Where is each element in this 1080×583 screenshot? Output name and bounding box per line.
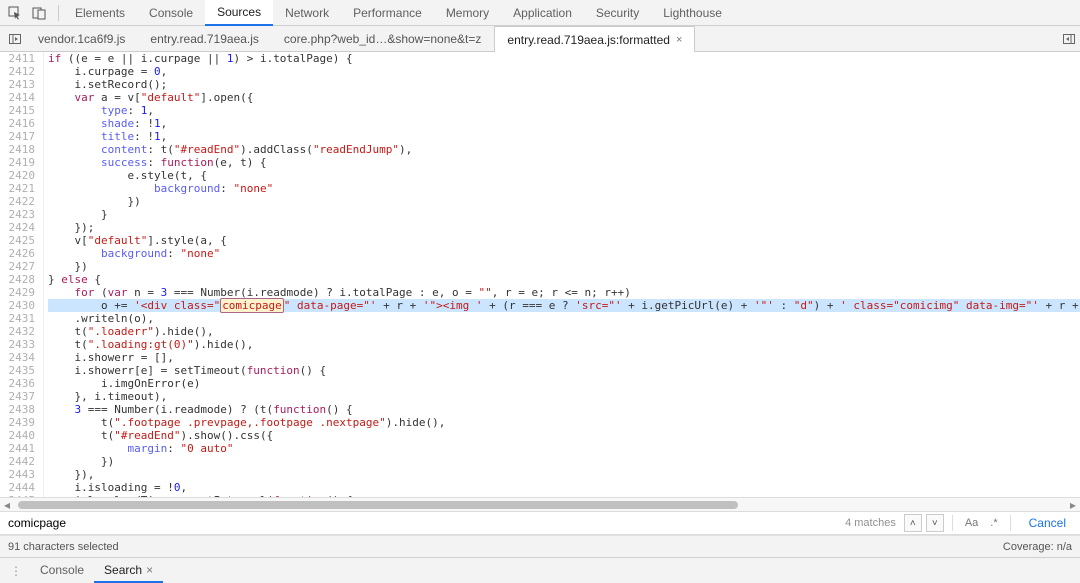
code-line[interactable]: for (var n = 3 === Number(i.readmode) ? … xyxy=(48,286,1080,299)
scroll-left-icon[interactable]: ◂ xyxy=(0,498,14,512)
code-line[interactable]: }), xyxy=(48,468,1080,481)
code-line[interactable]: } else { xyxy=(48,273,1080,286)
panel-tabs: ElementsConsoleSourcesNetworkPerformance… xyxy=(63,0,734,26)
code-line[interactable]: }) xyxy=(48,195,1080,208)
divider xyxy=(952,515,953,531)
search-input[interactable] xyxy=(4,514,841,532)
next-match-button[interactable]: ˅ xyxy=(926,514,944,532)
devtools-toolbar: ElementsConsoleSourcesNetworkPerformance… xyxy=(0,0,1080,26)
code-line[interactable]: e.style(t, { xyxy=(48,169,1080,182)
match-count: 4 matches xyxy=(845,517,896,529)
divider xyxy=(1010,515,1011,531)
code-line[interactable]: t(".footpage .prevpage,.footpage .nextpa… xyxy=(48,416,1080,429)
code-line[interactable]: i.isloading = !0, xyxy=(48,481,1080,494)
code-line[interactable]: i.curpage = 0, xyxy=(48,65,1080,78)
code-line[interactable]: t("#readEnd").show().css({ xyxy=(48,429,1080,442)
tab-security[interactable]: Security xyxy=(584,0,651,26)
code-line[interactable]: i.showerr = [], xyxy=(48,351,1080,364)
tab-elements[interactable]: Elements xyxy=(63,0,137,26)
code-line[interactable]: t(".loading:gt(0)").hide(), xyxy=(48,338,1080,351)
file-tab[interactable]: core.php?web_id…&show=none&t=z xyxy=(272,26,494,51)
file-tab[interactable]: vendor.1ca6f9.js xyxy=(26,26,138,51)
find-bar: 4 matches ˄ ˅ Aa .* Cancel xyxy=(0,511,1080,535)
code-editor[interactable]: 2411241224132414241524162417241824192420… xyxy=(0,52,1080,497)
prev-match-button[interactable]: ˄ xyxy=(904,514,922,532)
code-line[interactable]: i.setRecord(); xyxy=(48,78,1080,91)
code-content[interactable]: if ((e = e || i.curpage || 1) > i.totalP… xyxy=(44,52,1080,497)
device-toggle-icon[interactable] xyxy=(30,4,48,22)
code-line[interactable]: }, i.timeout), xyxy=(48,390,1080,403)
code-line[interactable]: }) xyxy=(48,455,1080,468)
file-tab-label: core.php?web_id…&show=none&t=z xyxy=(284,32,481,46)
code-line[interactable]: success: function(e, t) { xyxy=(48,156,1080,169)
code-line[interactable]: }) xyxy=(48,260,1080,273)
tab-network[interactable]: Network xyxy=(273,0,341,26)
divider xyxy=(58,5,59,21)
code-line[interactable]: i.showerr[e] = setTimeout(function() { xyxy=(48,364,1080,377)
code-line[interactable]: type: 1, xyxy=(48,104,1080,117)
file-tab[interactable]: entry.read.719aea.js xyxy=(138,26,272,51)
coverage-status: Coverage: n/a xyxy=(1003,541,1072,553)
tab-sources[interactable]: Sources xyxy=(205,0,273,26)
file-tab-label: vendor.1ca6f9.js xyxy=(38,32,125,46)
code-line[interactable]: 3 === Number(i.readmode) ? (t(function()… xyxy=(48,403,1080,416)
code-line[interactable]: .writeln(o), xyxy=(48,312,1080,325)
selection-status: 91 characters selected xyxy=(8,541,119,553)
file-tabs: vendor.1ca6f9.js entry.read.719aea.js core… xyxy=(0,26,1080,52)
tab-application[interactable]: Application xyxy=(501,0,584,26)
code-line[interactable]: }); xyxy=(48,221,1080,234)
regex-toggle[interactable]: .* xyxy=(986,517,1001,529)
debugger-toggle-icon[interactable] xyxy=(1058,26,1080,51)
tab-console[interactable]: Console xyxy=(137,0,205,26)
drawer-tab-console[interactable]: Console xyxy=(30,559,94,583)
scroll-thumb[interactable] xyxy=(18,501,738,509)
code-line[interactable]: margin: "0 auto" xyxy=(48,442,1080,455)
code-line[interactable]: title: !1, xyxy=(48,130,1080,143)
code-line[interactable]: background: "none" xyxy=(48,182,1080,195)
code-line[interactable]: i.imgOnError(e) xyxy=(48,377,1080,390)
case-sensitive-toggle[interactable]: Aa xyxy=(961,517,982,529)
code-line[interactable]: i.lazyloadTimer = setInterval(function()… xyxy=(48,494,1080,497)
close-icon[interactable]: × xyxy=(676,34,682,46)
code-line[interactable]: o += '<div class="comicpage" data-page="… xyxy=(48,299,1080,312)
code-line[interactable]: v["default"].style(a, { xyxy=(48,234,1080,247)
code-line[interactable]: shade: !1, xyxy=(48,117,1080,130)
drawer-tab-search[interactable]: Search× xyxy=(94,559,163,583)
drawer-tabs: ⋮ ConsoleSearch× xyxy=(0,557,1080,583)
code-line[interactable]: background: "none" xyxy=(48,247,1080,260)
tab-performance[interactable]: Performance xyxy=(341,0,434,26)
drawer-menu-icon[interactable]: ⋮ xyxy=(6,564,26,578)
tab-lighthouse[interactable]: Lighthouse xyxy=(651,0,734,26)
scroll-right-icon[interactable]: ▸ xyxy=(1066,498,1080,512)
cancel-button[interactable]: Cancel xyxy=(1019,516,1076,530)
file-tab-label: entry.read.719aea.js:formatted xyxy=(507,33,670,47)
status-bar: 91 characters selected Coverage: n/a xyxy=(0,535,1080,557)
file-tab-label: entry.read.719aea.js xyxy=(150,32,259,46)
horizontal-scrollbar[interactable]: ◂ ▸ xyxy=(0,497,1080,511)
navigator-toggle-icon[interactable] xyxy=(4,26,26,51)
code-line[interactable]: t(".loaderr").hide(), xyxy=(48,325,1080,338)
code-line[interactable]: } xyxy=(48,208,1080,221)
file-tab[interactable]: entry.read.719aea.js:formatted × xyxy=(494,26,695,52)
tab-memory[interactable]: Memory xyxy=(434,0,501,26)
code-line[interactable]: content: t("#readEnd").addClass("readEnd… xyxy=(48,143,1080,156)
code-line[interactable]: if ((e = e || i.curpage || 1) > i.totalP… xyxy=(48,52,1080,65)
line-gutter: 2411241224132414241524162417241824192420… xyxy=(0,52,44,497)
close-icon[interactable]: × xyxy=(146,563,153,577)
inspect-icon[interactable] xyxy=(6,4,24,22)
code-line[interactable]: var a = v["default"].open({ xyxy=(48,91,1080,104)
